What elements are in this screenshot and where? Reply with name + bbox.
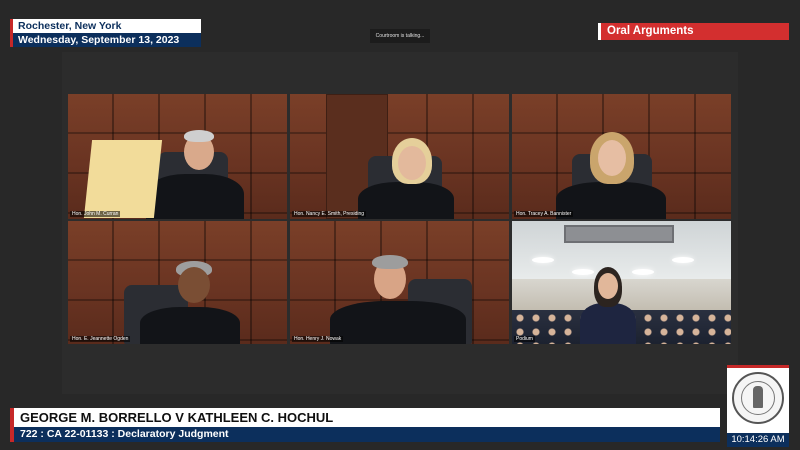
court-seal [727,365,789,433]
case-title: GEORGE M. BORRELLO V KATHLEEN C. HOCHUL [10,408,720,427]
participant-name: Podium [514,336,535,342]
video-stage: Rochester, New York Wednesday, September… [0,0,800,450]
video-tile-nowak[interactable]: Hon. Henry J. Nowak [290,221,509,344]
participant-name: Hon. John M. Curran [70,211,121,217]
video-tile-podium[interactable]: Podium [512,221,731,344]
speaker-status: Courtroom is talking... [370,29,430,43]
participant-name: Hon. Nancy E. Smith, Presiding [292,211,367,217]
participant-name: Hon. Henry J. Nowak [292,336,344,342]
participant-name: Hon. E. Jeannette Ogden [70,336,131,342]
video-tile-ogden[interactable]: Hon. E. Jeannette Ogden [68,221,287,344]
video-tile-curran[interactable]: Hon. John M. Curran [68,94,287,219]
video-tile-smith[interactable]: Hon. Nancy E. Smith, Presiding [290,94,509,219]
case-docket: 722 : CA 22-01133 : Declaratory Judgment [10,427,720,442]
case-banner: GEORGE M. BORRELLO V KATHLEEN C. HOCHUL … [10,408,720,442]
session-label: Oral Arguments [598,23,789,40]
location-block: Rochester, New York Wednesday, September… [10,19,201,47]
participant-name: Hon. Tracey A. Bannister [514,211,574,217]
location-city: Rochester, New York [10,19,201,33]
clock-time: 10:14:26 AM [727,433,789,447]
video-tile-bannister[interactable]: Hon. Tracey A. Bannister [512,94,731,219]
seal-icon [732,372,784,424]
session-date: Wednesday, September 13, 2023 [10,33,201,47]
